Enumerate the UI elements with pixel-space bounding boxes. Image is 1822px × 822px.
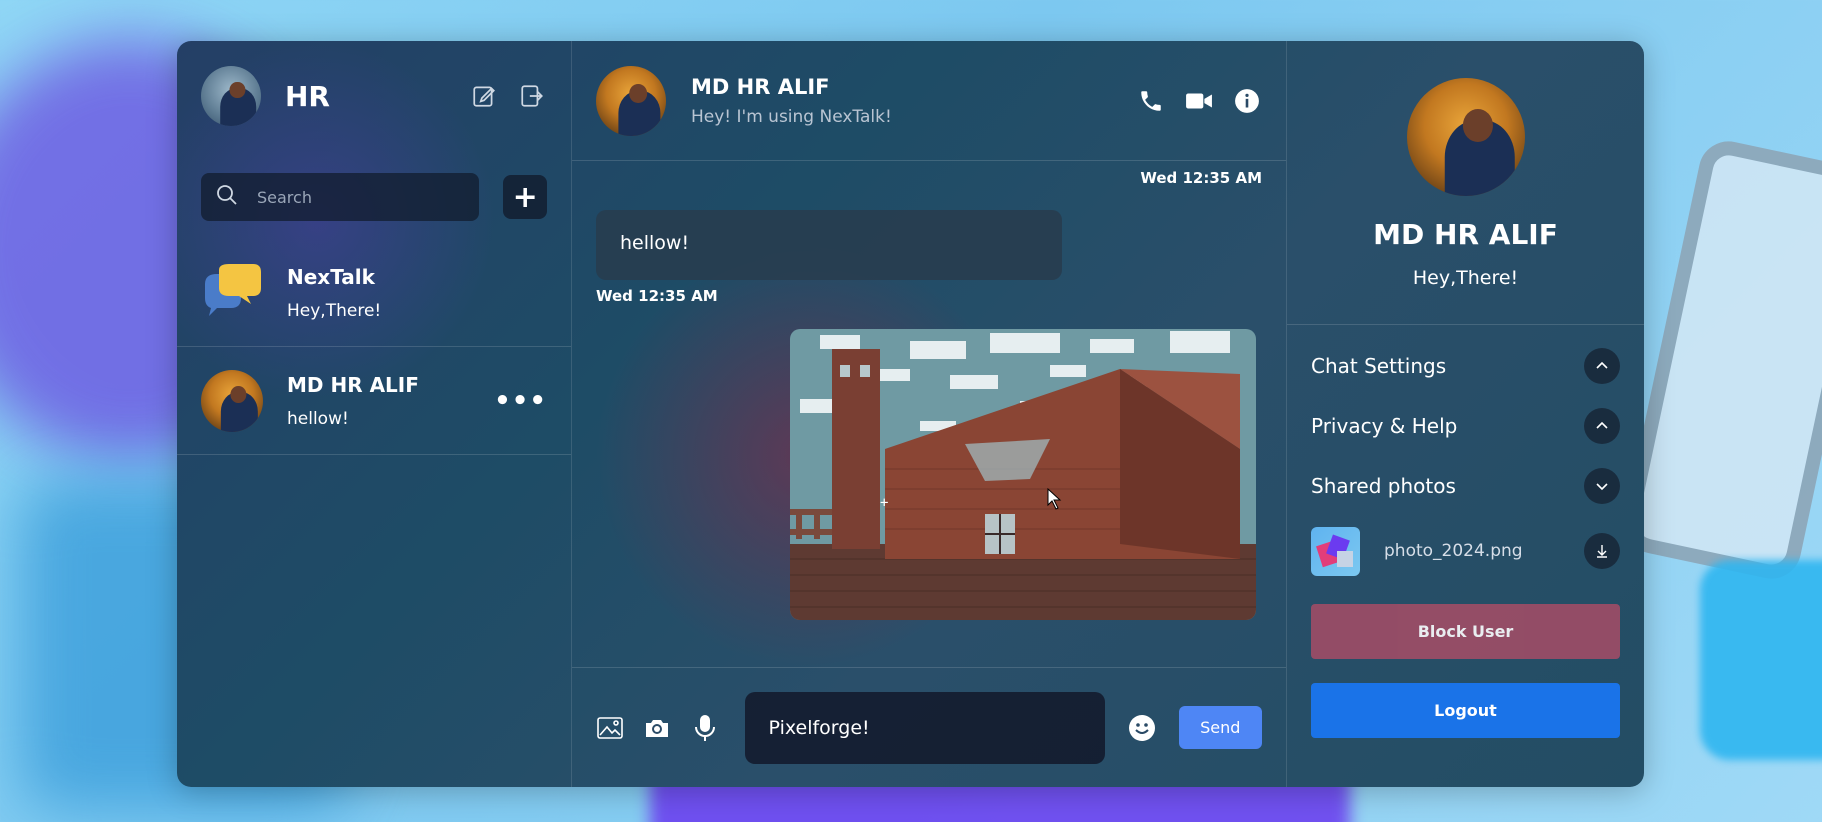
section-label: Chat Settings [1311, 354, 1447, 378]
contact-avatar[interactable] [596, 65, 666, 136]
svg-text:+: + [880, 495, 888, 511]
shared-photo-item: photo_2024.png [1287, 516, 1644, 586]
chevron-up-icon[interactable] [1584, 408, 1620, 444]
user-name: HR [285, 79, 330, 113]
chat-list-item-md-hr-alif[interactable]: MD HR ALIF hellow! ••• [177, 347, 571, 455]
search-box[interactable] [201, 173, 480, 221]
contact-name: MD HR ALIF [691, 74, 830, 99]
section-privacy-help[interactable]: Privacy & Help [1287, 396, 1644, 456]
mic-icon[interactable] [691, 714, 719, 742]
logout-button[interactable]: Logout [1311, 683, 1620, 738]
nextalk-logo-icon [201, 262, 263, 324]
search-input[interactable] [257, 187, 457, 207]
more-options-icon[interactable]: ••• [494, 386, 547, 416]
chat-main-panel: MD HR ALIF Hey! I'm using NexTalk! Wed 1… [572, 41, 1287, 787]
background-blob [1700, 560, 1822, 760]
camera-icon[interactable] [644, 714, 672, 742]
user-avatar[interactable] [201, 66, 261, 126]
chat-app-window: HR + [177, 41, 1644, 787]
emoji-icon[interactable] [1127, 713, 1156, 743]
download-icon[interactable] [1584, 533, 1620, 569]
section-chat-settings[interactable]: Chat Settings [1287, 336, 1644, 396]
message-composer: Send [572, 667, 1286, 787]
chat-header: MD HR ALIF Hey! I'm using NexTalk! [572, 41, 1286, 161]
message-bubble: hellow! [596, 210, 1062, 280]
contact-avatar [201, 369, 263, 432]
section-label: Shared photos [1311, 474, 1456, 498]
chat-name: MD HR ALIF [287, 372, 419, 397]
section-label: Privacy & Help [1311, 414, 1458, 438]
contact-name: MD HR ALIF [1373, 218, 1558, 251]
chevron-down-icon[interactable] [1584, 468, 1620, 504]
message-image[interactable]: + [790, 329, 1256, 620]
phone-icon[interactable] [1136, 86, 1166, 116]
sidebar-header: HR [177, 41, 571, 151]
contact-profile: MD HR ALIF Hey,There! [1287, 41, 1644, 325]
photo-file-name: photo_2024.png [1384, 541, 1523, 561]
chat-last-message: hellow! [287, 408, 349, 429]
chat-name: NexTalk [287, 264, 375, 289]
chevron-up-icon[interactable] [1584, 348, 1620, 384]
video-icon[interactable] [1184, 86, 1214, 116]
chat-last-message: Hey,There! [287, 300, 382, 321]
photo-thumbnail[interactable] [1311, 526, 1360, 576]
contact-details-panel: MD HR ALIF Hey,There! Chat Settings Priv… [1287, 41, 1644, 787]
contact-avatar-large [1406, 78, 1525, 196]
edit-icon[interactable] [469, 81, 499, 111]
message-list: Wed 12:35 AM hellow! Wed 12:35 AM + [572, 161, 1286, 667]
background-decoration [1618, 135, 1822, 585]
message-timestamp: Wed 12:35 AM [596, 287, 718, 305]
contact-status: Hey! I'm using NexTalk! [691, 106, 892, 127]
message-timestamp: Wed 12:35 AM [1140, 169, 1262, 187]
message-input[interactable] [744, 691, 1106, 764]
search-row: + [177, 173, 571, 221]
new-chat-button[interactable]: + [503, 175, 547, 219]
chat-list-item-nextalk[interactable]: NexTalk Hey,There! [177, 239, 571, 347]
block-user-button[interactable]: Block User [1311, 604, 1620, 659]
section-shared-photos[interactable]: Shared photos [1287, 456, 1644, 516]
contact-status: Hey,There! [1412, 267, 1519, 289]
search-icon [215, 183, 239, 211]
send-button[interactable]: Send [1178, 706, 1263, 749]
info-icon[interactable] [1232, 86, 1262, 116]
image-icon[interactable] [596, 714, 624, 742]
chat-list-sidebar: HR + [177, 41, 572, 787]
logout-icon[interactable] [517, 81, 547, 111]
